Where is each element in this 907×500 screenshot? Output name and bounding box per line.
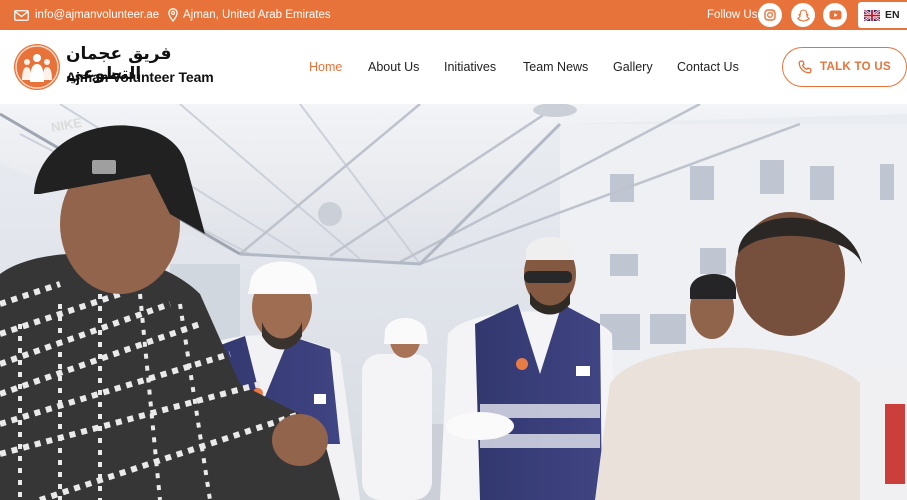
mail-icon — [14, 9, 29, 21]
nav-about-us[interactable]: About Us — [368, 30, 419, 104]
talk-to-us-label[interactable]: TALK TO US — [820, 61, 891, 73]
phone-icon — [798, 60, 812, 74]
instagram-icon — [764, 9, 776, 21]
location-text: Ajman, United Arab Emirates — [183, 9, 331, 21]
volunteers-logo-icon[interactable] — [14, 44, 60, 90]
instagram-link[interactable] — [758, 3, 782, 27]
email-text[interactable]: info@ajmanvolunteer.ae — [35, 9, 159, 21]
nav-initiatives[interactable]: Initiatives — [444, 30, 496, 104]
snapchat-icon — [796, 8, 810, 22]
site-header: فريق عجمان التطوعي Ajman Volunteer Team … — [0, 30, 907, 104]
uk-flag-icon — [864, 9, 880, 21]
nav-home[interactable]: Home — [309, 30, 342, 104]
hero-overlay — [0, 104, 907, 500]
nav-gallery[interactable]: Gallery — [613, 30, 653, 104]
language-code[interactable]: EN — [885, 9, 900, 21]
location-contact: Ajman, United Arab Emirates — [168, 0, 331, 30]
email-contact[interactable]: info@ajmanvolunteer.ae — [14, 0, 159, 30]
top-bar: info@ajmanvolunteer.ae Ajman, United Ara… — [0, 0, 907, 30]
youtube-icon — [829, 10, 841, 20]
map-pin-icon — [168, 8, 178, 22]
youtube-link[interactable] — [823, 3, 847, 27]
nav-team-news[interactable]: Team News — [523, 30, 588, 104]
language-switcher[interactable]: EN — [858, 2, 907, 28]
hero-photo: NIKE — [0, 104, 907, 500]
hero-banner: NIKE — [0, 104, 907, 500]
logo-figures — [15, 45, 59, 89]
snapchat-link[interactable] — [791, 3, 815, 27]
follow-us-label: Follow Us — [707, 9, 758, 21]
logo-english-name[interactable]: Ajman Volunteer Team — [66, 69, 214, 85]
nav-contact-us[interactable]: Contact Us — [677, 30, 739, 104]
talk-to-us-button[interactable]: TALK TO US — [782, 47, 907, 87]
